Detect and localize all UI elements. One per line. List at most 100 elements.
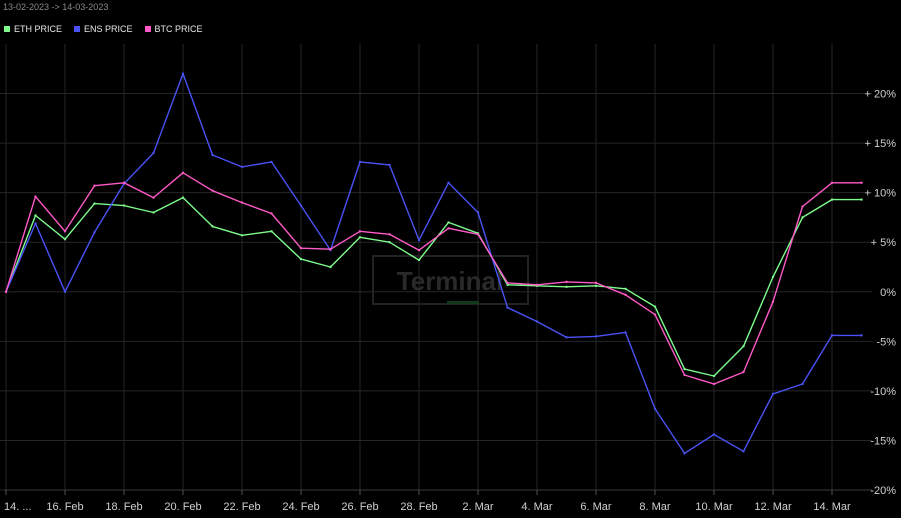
data-point	[299, 257, 303, 261]
data-point	[358, 160, 362, 164]
x-tick-label: 10. Mar	[695, 501, 733, 513]
data-point	[712, 433, 716, 436]
series-line-ens-price	[5, 72, 862, 454]
data-point	[712, 374, 716, 378]
data-point	[34, 195, 37, 198]
data-point	[152, 151, 155, 155]
data-point	[535, 283, 539, 287]
data-point	[240, 201, 244, 204]
data-point	[122, 181, 126, 184]
data-point	[211, 189, 214, 192]
data-point	[506, 306, 509, 309]
data-point	[34, 214, 37, 217]
data-point	[801, 216, 804, 219]
data-point	[683, 367, 686, 371]
data-point	[122, 204, 126, 207]
data-point	[299, 246, 303, 250]
data-point	[476, 233, 480, 236]
data-point	[683, 452, 686, 455]
data-point	[771, 300, 775, 303]
data-point	[565, 285, 568, 289]
data-point	[4, 290, 8, 293]
line-chart: Terminal + 20% + 15% + 10% + 5% 0% -5% -10% -15…	[0, 44, 897, 513]
y-tick-label: + 5%	[871, 237, 897, 249]
data-point	[63, 230, 67, 233]
x-tick-label: 6. Mar	[580, 501, 612, 513]
data-point	[535, 320, 539, 323]
data-point	[742, 370, 745, 374]
y-tick-label: + 20%	[865, 89, 897, 101]
y-tick-label: -20%	[870, 485, 896, 497]
y-tick-label: 0%	[880, 287, 896, 299]
data-point	[211, 225, 214, 228]
data-point	[830, 334, 834, 337]
data-point	[447, 221, 450, 224]
watermark-text: Terminal	[397, 266, 503, 296]
data-point	[181, 72, 185, 75]
x-axis-ticks: 14. ... 16. Feb 18. Feb 20. Feb 22. Feb 24. F…	[4, 490, 851, 513]
data-point	[417, 258, 421, 262]
y-axis-ticks: + 20% + 15% + 10% + 5% 0% -5% -10% -15% -20%	[865, 89, 897, 497]
data-point	[34, 222, 37, 225]
data-point	[860, 334, 863, 337]
x-tick-label: 22. Feb	[223, 501, 260, 513]
data-point	[624, 331, 627, 334]
data-point	[801, 205, 804, 208]
data-point	[653, 407, 657, 410]
data-point	[742, 345, 745, 348]
x-tick-label: 24. Feb	[282, 501, 319, 513]
x-tick-label: 8. Mar	[639, 501, 671, 513]
data-point	[270, 160, 273, 164]
data-point	[270, 230, 273, 233]
data-point	[93, 231, 96, 234]
x-tick-label: 4. Mar	[521, 501, 553, 513]
data-point	[712, 382, 716, 386]
data-point	[417, 239, 421, 242]
data-point	[594, 335, 598, 338]
y-tick-label: -10%	[870, 386, 896, 398]
data-point	[594, 284, 598, 288]
data-point	[211, 153, 214, 157]
y-tick-label: -5%	[876, 336, 896, 348]
data-point	[181, 171, 185, 175]
data-point	[594, 281, 598, 285]
x-tick-label: 2. Mar	[462, 501, 494, 513]
data-point	[388, 163, 391, 167]
x-tick-label: 14. Mar	[813, 501, 851, 513]
data-point	[299, 204, 303, 207]
data-point	[742, 450, 745, 453]
x-tick-label: 16. Feb	[46, 501, 83, 513]
data-point	[417, 248, 421, 252]
data-point	[329, 265, 332, 269]
data-point	[93, 184, 96, 187]
data-point	[624, 293, 627, 296]
data-point	[653, 305, 657, 308]
data-point	[830, 181, 834, 184]
data-point	[771, 392, 775, 396]
x-tick-label: 18. Feb	[105, 501, 142, 513]
data-point	[653, 313, 657, 316]
data-point	[506, 281, 509, 285]
data-point	[63, 290, 67, 293]
x-tick-label: 12. Mar	[754, 501, 792, 513]
data-point	[181, 196, 185, 199]
x-tick-label: 14. ...	[4, 501, 32, 513]
data-point	[830, 198, 834, 201]
data-point	[240, 165, 244, 169]
data-point	[152, 211, 155, 214]
data-point	[624, 287, 627, 291]
data-point	[860, 198, 863, 201]
x-tick-label: 26. Feb	[341, 501, 378, 513]
data-point	[447, 181, 450, 184]
data-point	[152, 196, 155, 199]
data-point	[565, 336, 568, 339]
data-point	[329, 247, 332, 251]
data-point	[447, 227, 450, 230]
x-tick-label: 20. Feb	[164, 501, 201, 513]
data-point	[683, 373, 686, 377]
data-point	[63, 238, 67, 241]
data-point	[860, 181, 863, 184]
data-point	[358, 230, 362, 233]
data-point	[270, 212, 273, 215]
y-tick-label: -15%	[870, 435, 896, 447]
